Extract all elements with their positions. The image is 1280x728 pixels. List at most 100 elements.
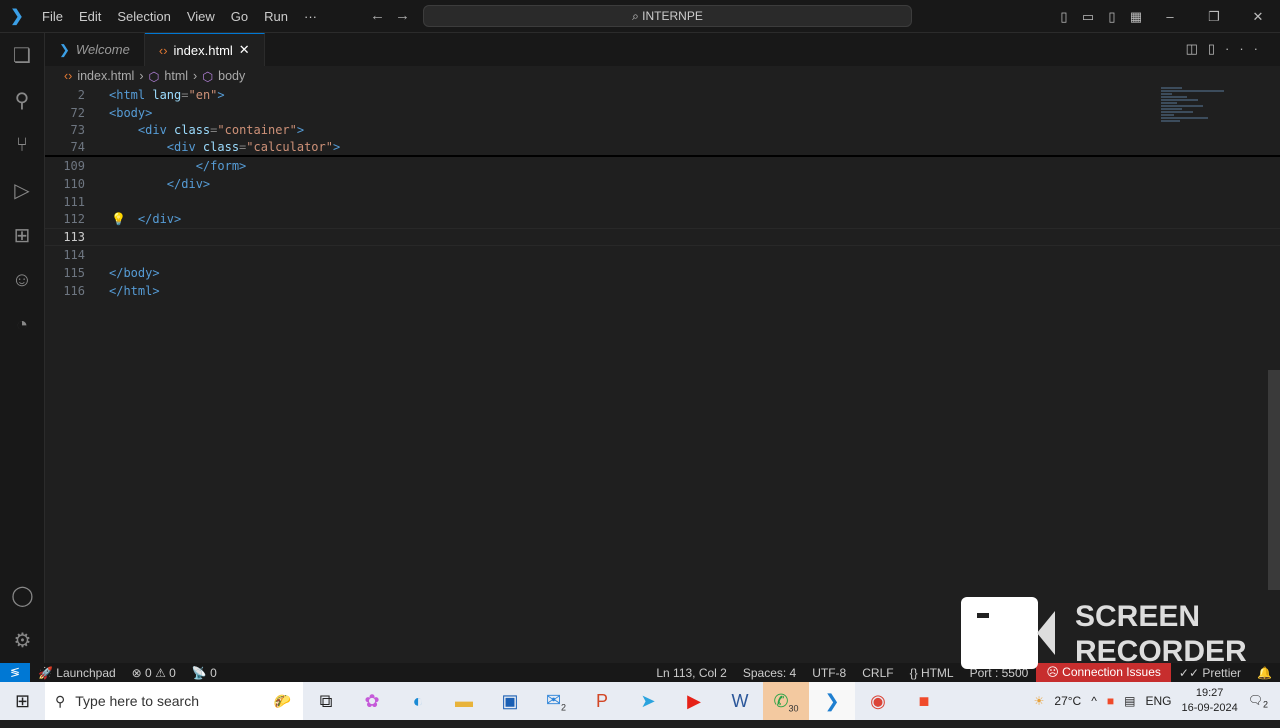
breadcrumb-item[interactable]: index.html [77, 69, 134, 83]
line-number: 2 [77, 87, 85, 102]
close-button[interactable]: ✕ [1236, 9, 1280, 25]
line-ending[interactable]: CRLF [862, 666, 893, 680]
language-indicator[interactable]: ENG [1145, 694, 1171, 708]
breadcrumb-item[interactable]: html [164, 69, 188, 83]
code-line[interactable]: 2 <html lang="en"> [45, 86, 1280, 104]
vertical-scrollbar[interactable] [1268, 370, 1280, 590]
nav-arrows[interactable]: ←→ [370, 7, 420, 24]
minimap[interactable] [1161, 86, 1266, 186]
line-number: 73 [70, 123, 85, 138]
ports-indicator[interactable]: 📡 0 [192, 666, 217, 680]
source-control-icon[interactable]: ⑂ [0, 123, 44, 168]
menu-item[interactable]: View [187, 9, 215, 24]
menu-item[interactable]: Run [264, 9, 288, 24]
launchpad-button[interactable]: 🚀 Launchpad [38, 666, 116, 680]
toggle-sidebar-icon[interactable]: ▯ [1052, 9, 1076, 25]
cursor-position[interactable]: Ln 113, Col 2 [656, 666, 727, 680]
code-text: <html lang="en"> [109, 88, 225, 102]
windows-start-icon[interactable]: ⊞ [0, 691, 45, 712]
editor-actions[interactable]: ◫▯··· [1186, 41, 1268, 57]
code-line[interactable]: 72 <body> [45, 104, 1280, 122]
weather-icon[interactable]: ☀ [1034, 694, 1045, 708]
notifications-bell-icon[interactable]: 🔔 [1257, 666, 1272, 680]
file-explorer-icon[interactable]: ▬ [441, 691, 487, 712]
chrome-icon[interactable]: ◉ [855, 691, 901, 712]
toggle-secondary-sidebar-icon[interactable]: ▯ [1100, 9, 1124, 25]
code-line[interactable]: 74 <div class="calculator"> [45, 139, 1280, 158]
line-number: 115 [63, 265, 85, 280]
notification-badge: 2 [1262, 699, 1268, 710]
remote-indicator-icon[interactable]: ≶ [0, 663, 30, 682]
encoding[interactable]: UTF-8 [812, 666, 846, 680]
line-number: 110 [63, 176, 85, 191]
menu-item[interactable]: Go [231, 9, 248, 24]
tab-index-html[interactable]: ‹› index.html ✕ [144, 33, 265, 66]
menu-item[interactable]: ··· [304, 9, 317, 24]
menu-item[interactable]: File [42, 9, 63, 24]
settings-gear-icon[interactable]: ⚙ [0, 618, 45, 663]
store-icon[interactable]: ▣ [487, 691, 533, 712]
problems-indicator[interactable]: ⊗ 0 ⚠ 0 [132, 666, 176, 680]
tab-welcome[interactable]: ❯ Welcome [45, 33, 145, 66]
line-number: 113 [63, 230, 85, 245]
minimize-button[interactable]: – [1148, 9, 1192, 24]
code-token: </div> [109, 176, 211, 191]
menu-bar: File Edit Selection View Go Run ··· [34, 9, 325, 24]
search-icon[interactable]: ⚲ [0, 78, 44, 123]
code-line[interactable]: 111 [45, 193, 1280, 211]
copilot-icon[interactable]: ✿ [349, 691, 395, 712]
word-icon[interactable]: W [717, 691, 763, 712]
clock[interactable]: 19:27 16-09-2024 [1181, 686, 1237, 716]
code-line[interactable]: 110 </div> [45, 175, 1280, 193]
lightbulb-icon[interactable]: 💡 [111, 212, 126, 226]
code-line[interactable]: 112 💡 </div> [45, 211, 1280, 229]
code-line[interactable]: 73 <div class="container"> [45, 122, 1280, 140]
toggle-panel-icon[interactable]: ▭ [1076, 9, 1100, 25]
recorder-tray-icon[interactable]: ■ [1107, 694, 1114, 708]
tray-app-icon[interactable]: ▤ [1124, 694, 1135, 708]
telegram-icon[interactable]: ➤ [625, 691, 671, 712]
show-hidden-icons-chevron[interactable]: ^ [1091, 694, 1097, 708]
chevron-right-icon: › [193, 69, 198, 83]
code-text: </html> [109, 284, 160, 298]
copilot-icon[interactable]: ☺ [0, 258, 44, 303]
explorer-icon[interactable]: ❏ [0, 33, 44, 78]
indentation[interactable]: Spaces: 4 [743, 666, 796, 680]
code-line[interactable]: 113 [45, 228, 1280, 247]
customize-layout-icon[interactable]: ▦ [1124, 9, 1148, 25]
run-debug-icon[interactable]: ▷ [0, 168, 44, 213]
menu-item[interactable]: Selection [117, 9, 170, 24]
extensions-icon[interactable]: ⊞ [0, 213, 44, 258]
vscode-taskbar-icon[interactable]: ❯ [809, 682, 855, 720]
notification-center-icon[interactable]: 🗨2 [1248, 693, 1268, 709]
code-token: <div [109, 123, 175, 138]
account-icon[interactable]: ◯ [0, 573, 45, 618]
youtube-icon[interactable]: ▶ [671, 691, 717, 712]
task-view-icon[interactable]: ⧉ [303, 691, 349, 712]
code-line[interactable]: 115 </body> [45, 264, 1280, 282]
code-token: class [202, 140, 240, 155]
recorder-app-icon[interactable]: ■ [901, 691, 947, 712]
language-mode[interactable]: {} HTML [910, 666, 954, 680]
code-line[interactable]: 114 [45, 246, 1280, 264]
code-editor[interactable]: 2 <html lang="en"> 72 <body> 73 <div class="… [45, 86, 1280, 668]
search-icon: ⚲ [55, 692, 66, 709]
timeline-icon[interactable]: ◔ [0, 303, 44, 348]
powerpoint-icon[interactable]: P [579, 691, 625, 712]
maximize-button[interactable]: ❐ [1192, 9, 1236, 25]
taskbar-search[interactable]: ⚲ Type here to search 🌮 [45, 682, 303, 720]
close-tab-icon[interactable]: ✕ [239, 42, 250, 58]
command-center-search[interactable]: ⌕ INTERNPE [423, 5, 912, 27]
line-number: 114 [63, 248, 85, 263]
breadcrumb-item[interactable]: body [218, 69, 245, 83]
line-number: 111 [63, 194, 85, 209]
code-line[interactable]: 116 </html> [45, 282, 1280, 300]
weather-temp[interactable]: 27°C [1054, 694, 1081, 708]
edge-icon[interactable]: ◐ [395, 691, 441, 712]
whatsapp-icon[interactable]: ✆30 [763, 682, 809, 720]
code-line[interactable]: 109 </form> [45, 157, 1280, 175]
mail-icon[interactable]: ✉2 [533, 690, 579, 713]
screen-recorder-watermark: SCREEN RECORDER [961, 597, 1247, 669]
breadcrumb: ‹› index.html › ⬡ html › ⬡ body [64, 66, 245, 86]
menu-item[interactable]: Edit [79, 9, 101, 24]
